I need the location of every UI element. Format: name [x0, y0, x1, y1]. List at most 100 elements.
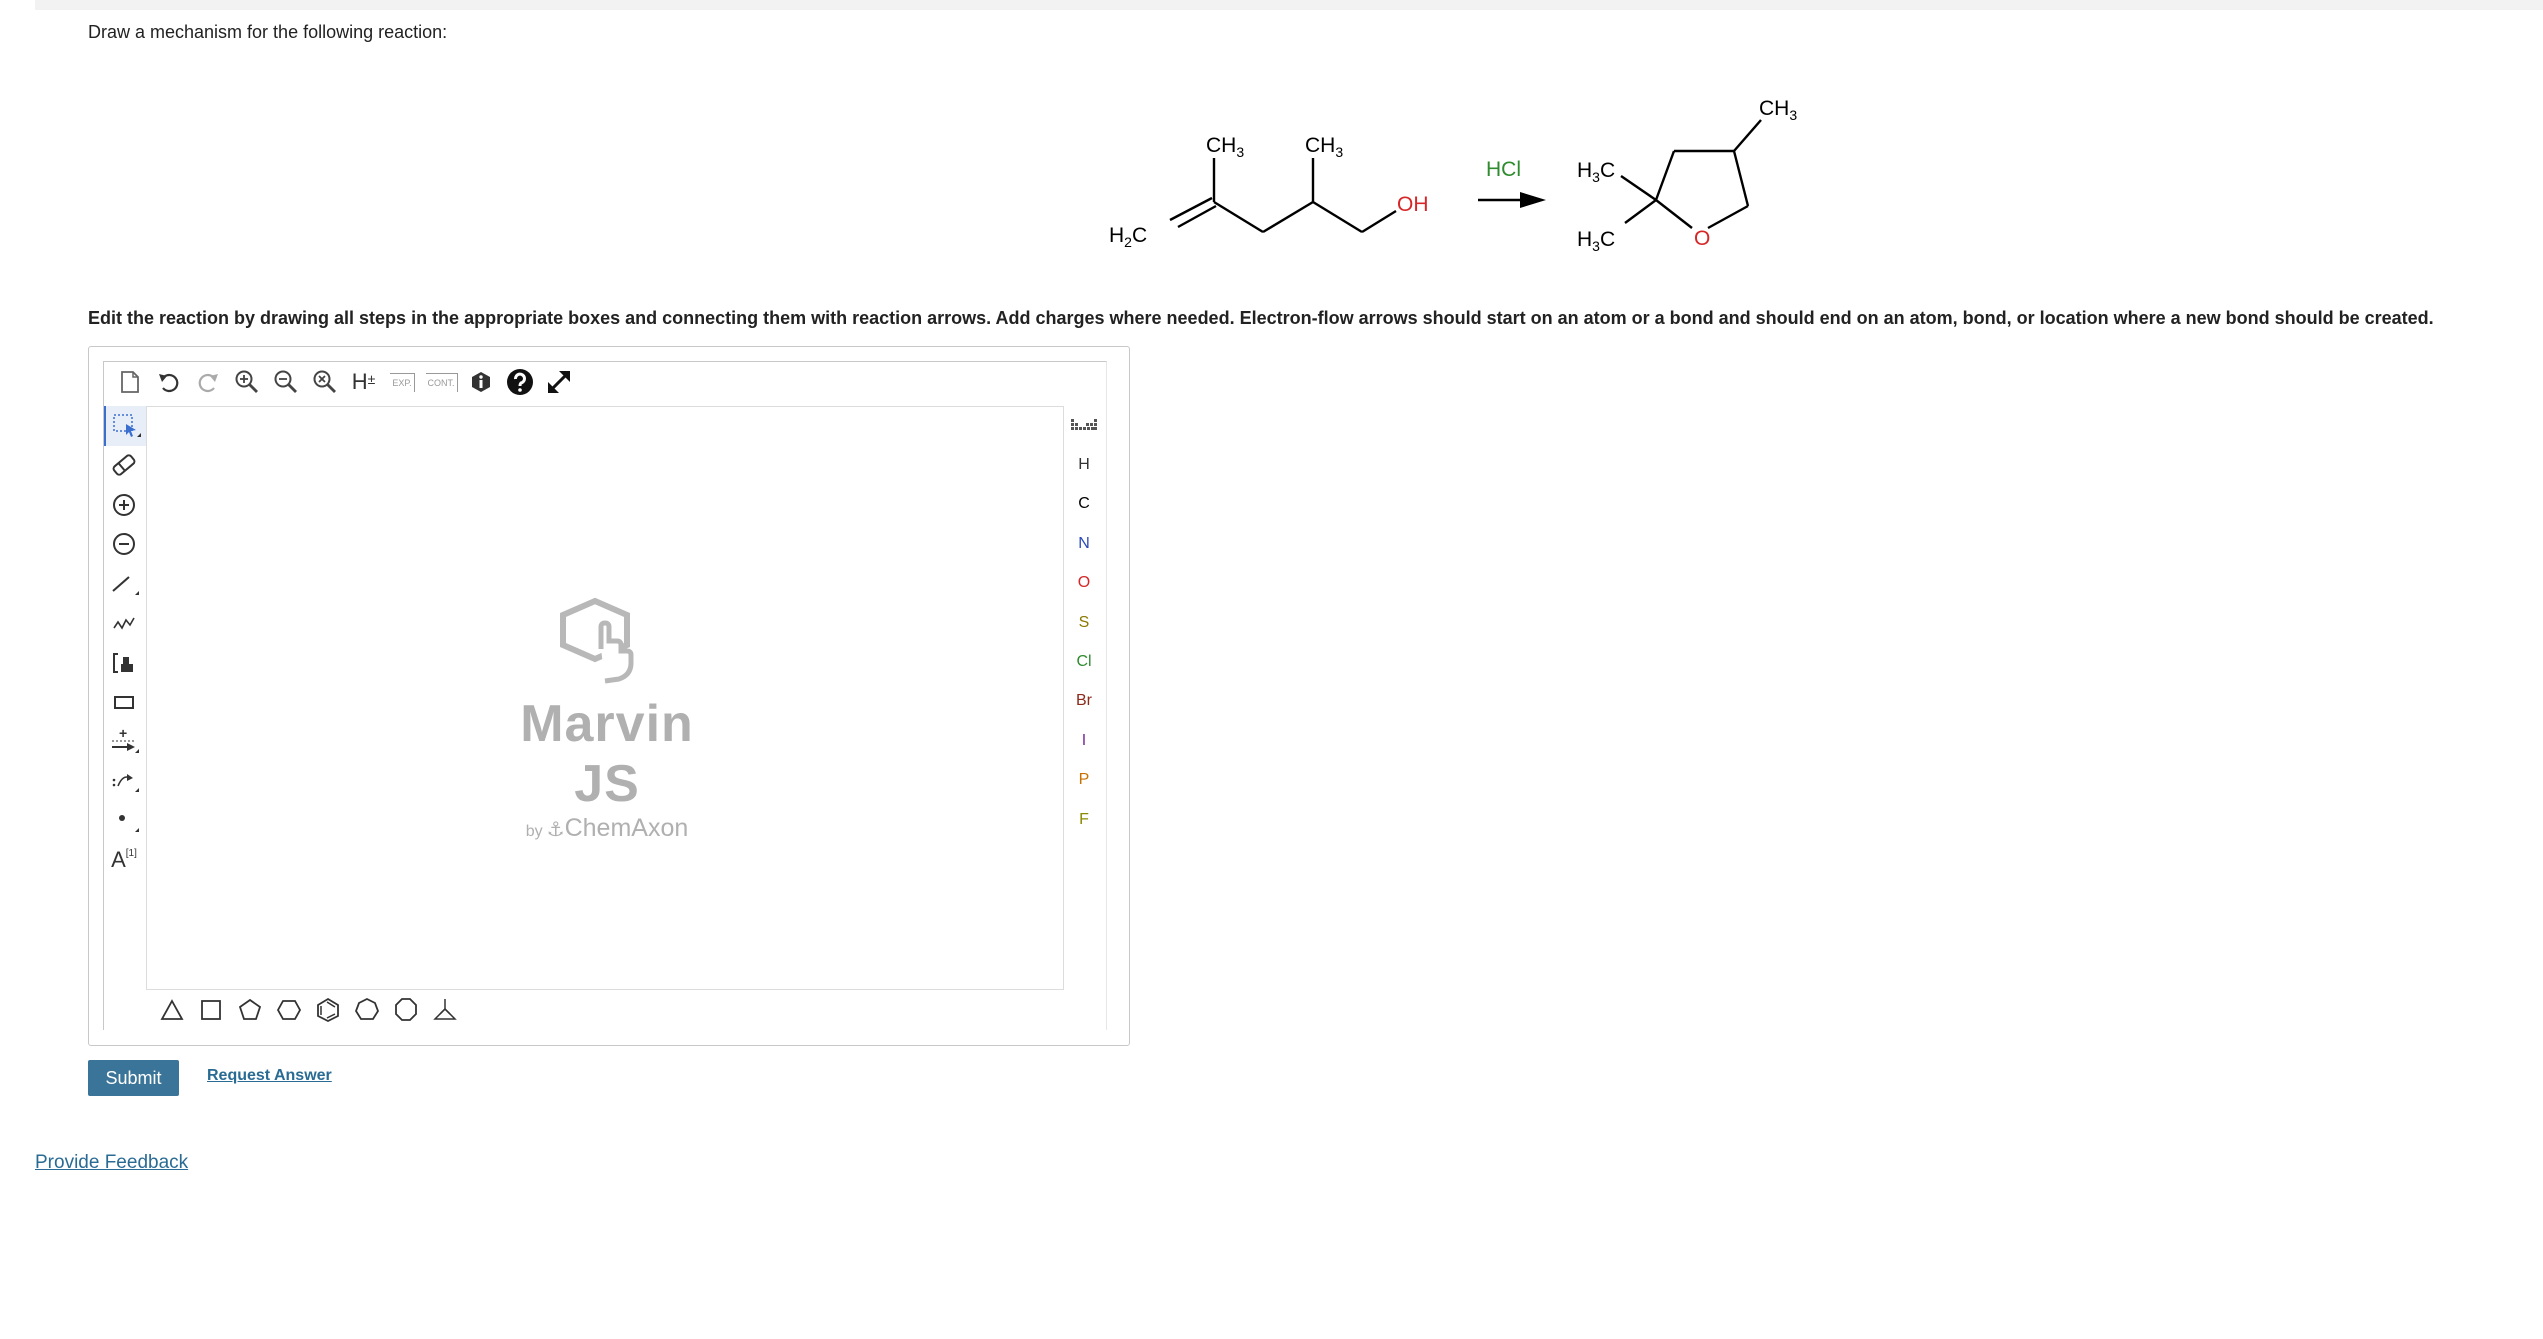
- reaction-arrow-icon: +: [109, 725, 139, 757]
- product-h3c-label-lower: H3C: [1577, 228, 1615, 254]
- marvin-watermark: Marvin JS by ⚓ChemAxon: [497, 597, 717, 843]
- cyclohexane-template-button[interactable]: [269, 992, 308, 1028]
- cycloheptane-template-button[interactable]: [347, 992, 386, 1028]
- submit-button[interactable]: Submit: [88, 1060, 179, 1096]
- element-n-button[interactable]: N: [1062, 524, 1106, 563]
- hexagon-icon: [276, 1000, 301, 1020]
- pentagon-icon: [238, 998, 261, 1020]
- watermark-by: by: [525, 823, 543, 840]
- expand-button[interactable]: EXP.: [383, 364, 422, 400]
- zoom-fit-button[interactable]: [305, 364, 344, 400]
- heptagon-icon: [354, 997, 379, 1020]
- hydrogen-toggle-button[interactable]: H ±: [344, 364, 383, 400]
- element-cl-button[interactable]: Cl: [1062, 642, 1106, 681]
- element-o-button[interactable]: O: [1062, 564, 1106, 603]
- cyclopentane-template-button[interactable]: [230, 992, 269, 1028]
- element-p-button[interactable]: P: [1062, 761, 1106, 800]
- fullscreen-icon: [547, 371, 570, 393]
- element-s-button[interactable]: S: [1062, 603, 1106, 642]
- zoom-out-button[interactable]: [266, 364, 305, 400]
- rectangle-icon: [114, 696, 134, 710]
- request-answer-link[interactable]: Request Answer: [207, 1067, 332, 1085]
- minus-circle-icon: [113, 533, 135, 556]
- reaction-scheme: H2C CH3 CH3 OH HCl O CH3 H3C H3C: [1100, 70, 1820, 275]
- element-c-button[interactable]: C: [1062, 485, 1106, 524]
- zoom-fit-icon: [313, 370, 336, 393]
- text-tool-button[interactable]: A [1]: [104, 841, 144, 881]
- reactant-ch3-label-2: CH3: [1305, 134, 1343, 160]
- negative-charge-button[interactable]: [104, 525, 144, 565]
- element-c-label: C: [1078, 495, 1090, 513]
- positive-charge-button[interactable]: [104, 485, 144, 525]
- about-button[interactable]: [461, 364, 500, 400]
- text-tool-sup: [1]: [125, 847, 137, 859]
- reactant-h2c-label: H2C: [1109, 224, 1147, 250]
- bracket-icon: [113, 652, 133, 673]
- radical-tool-button[interactable]: [104, 801, 144, 841]
- undo-icon: [158, 373, 178, 393]
- element-o-label: O: [1077, 574, 1091, 592]
- cyclobutane-template-button[interactable]: [191, 992, 230, 1028]
- sgroup-tool-button[interactable]: [104, 643, 144, 683]
- benzene-template-button[interactable]: [308, 992, 347, 1028]
- rectangle-tool-button[interactable]: [104, 683, 144, 723]
- new-document-icon: [120, 371, 139, 393]
- watermark-company-line: by ⚓ChemAxon: [497, 814, 717, 843]
- element-i-button[interactable]: I: [1062, 721, 1106, 760]
- element-f-label: F: [1079, 810, 1089, 828]
- watermark-title: Marvin JS: [520, 695, 694, 813]
- plus-circle-icon: [113, 493, 135, 516]
- eraser-icon: [112, 454, 136, 476]
- element-br-label: Br: [1076, 692, 1092, 710]
- expand-label: EXP.: [390, 372, 415, 392]
- select-tool-button[interactable]: [104, 406, 146, 446]
- text-tool-label: A: [111, 847, 126, 873]
- top-bar: [35, 0, 2543, 10]
- cyclooctane-template-button[interactable]: [386, 992, 425, 1028]
- provide-feedback-link[interactable]: Provide Feedback: [35, 1152, 188, 1174]
- reaction-arrow-head: [1520, 192, 1546, 208]
- contract-button[interactable]: CONT.: [422, 364, 461, 400]
- reactant-oh-label: OH: [1397, 193, 1429, 216]
- reaction-arrow-tool-button[interactable]: +: [104, 722, 144, 762]
- help-icon: [506, 369, 533, 395]
- electron-flow-tool-button[interactable]: [104, 762, 144, 802]
- undo-button[interactable]: [149, 364, 188, 400]
- eraser-tool-button[interactable]: [104, 446, 144, 486]
- fullscreen-button[interactable]: [539, 364, 578, 400]
- element-h-button[interactable]: H: [1062, 445, 1106, 484]
- help-button[interactable]: [500, 364, 539, 400]
- cyclopropane-template-button[interactable]: [152, 992, 191, 1028]
- element-toolbar: H C N O S Cl Br I P F: [1062, 406, 1106, 839]
- watermark-company: ChemAxon: [564, 814, 689, 842]
- reaction-svg: H2C CH3 CH3 OH HCl O CH3 H3C H3C: [1109, 97, 1797, 254]
- reactant-ch3-label: CH3: [1206, 134, 1244, 160]
- bicyclic-template-button[interactable]: [425, 992, 464, 1028]
- square-icon: [200, 1000, 221, 1020]
- chain-tool-button[interactable]: [104, 604, 144, 644]
- electron-flow-arrow-icon: [112, 774, 139, 793]
- periodic-table-button[interactable]: [1062, 406, 1106, 445]
- element-br-button[interactable]: Br: [1062, 682, 1106, 721]
- new-document-button[interactable]: [110, 364, 149, 400]
- periodic-table-icon: [1071, 418, 1097, 430]
- element-cl-label: Cl: [1076, 653, 1092, 671]
- marvin-logo-icon: [560, 597, 634, 684]
- marvin-editor: H ± EXP. CONT. + A [1] Marvin JS by ⚓Che…: [88, 346, 1130, 1046]
- template-toolbar: [146, 992, 464, 1028]
- element-p-label: P: [1078, 771, 1090, 789]
- single-bond-tool-button[interactable]: [104, 564, 144, 604]
- triangle-icon: [159, 999, 184, 1020]
- benzene-icon: [316, 997, 339, 1023]
- zoom-in-button[interactable]: [227, 364, 266, 400]
- selection-icon: [113, 414, 141, 437]
- question-prompt: Draw a mechanism for the following react…: [88, 22, 448, 42]
- redo-button[interactable]: [188, 364, 227, 400]
- element-f-button[interactable]: F: [1062, 800, 1106, 839]
- zoom-out-icon: [274, 370, 297, 393]
- element-s-label: S: [1078, 613, 1090, 631]
- zoom-in-icon: [235, 370, 258, 393]
- chain-icon: [113, 617, 135, 630]
- redo-icon: [198, 373, 218, 393]
- drawing-canvas[interactable]: Marvin JS by ⚓ChemAxon: [146, 406, 1064, 990]
